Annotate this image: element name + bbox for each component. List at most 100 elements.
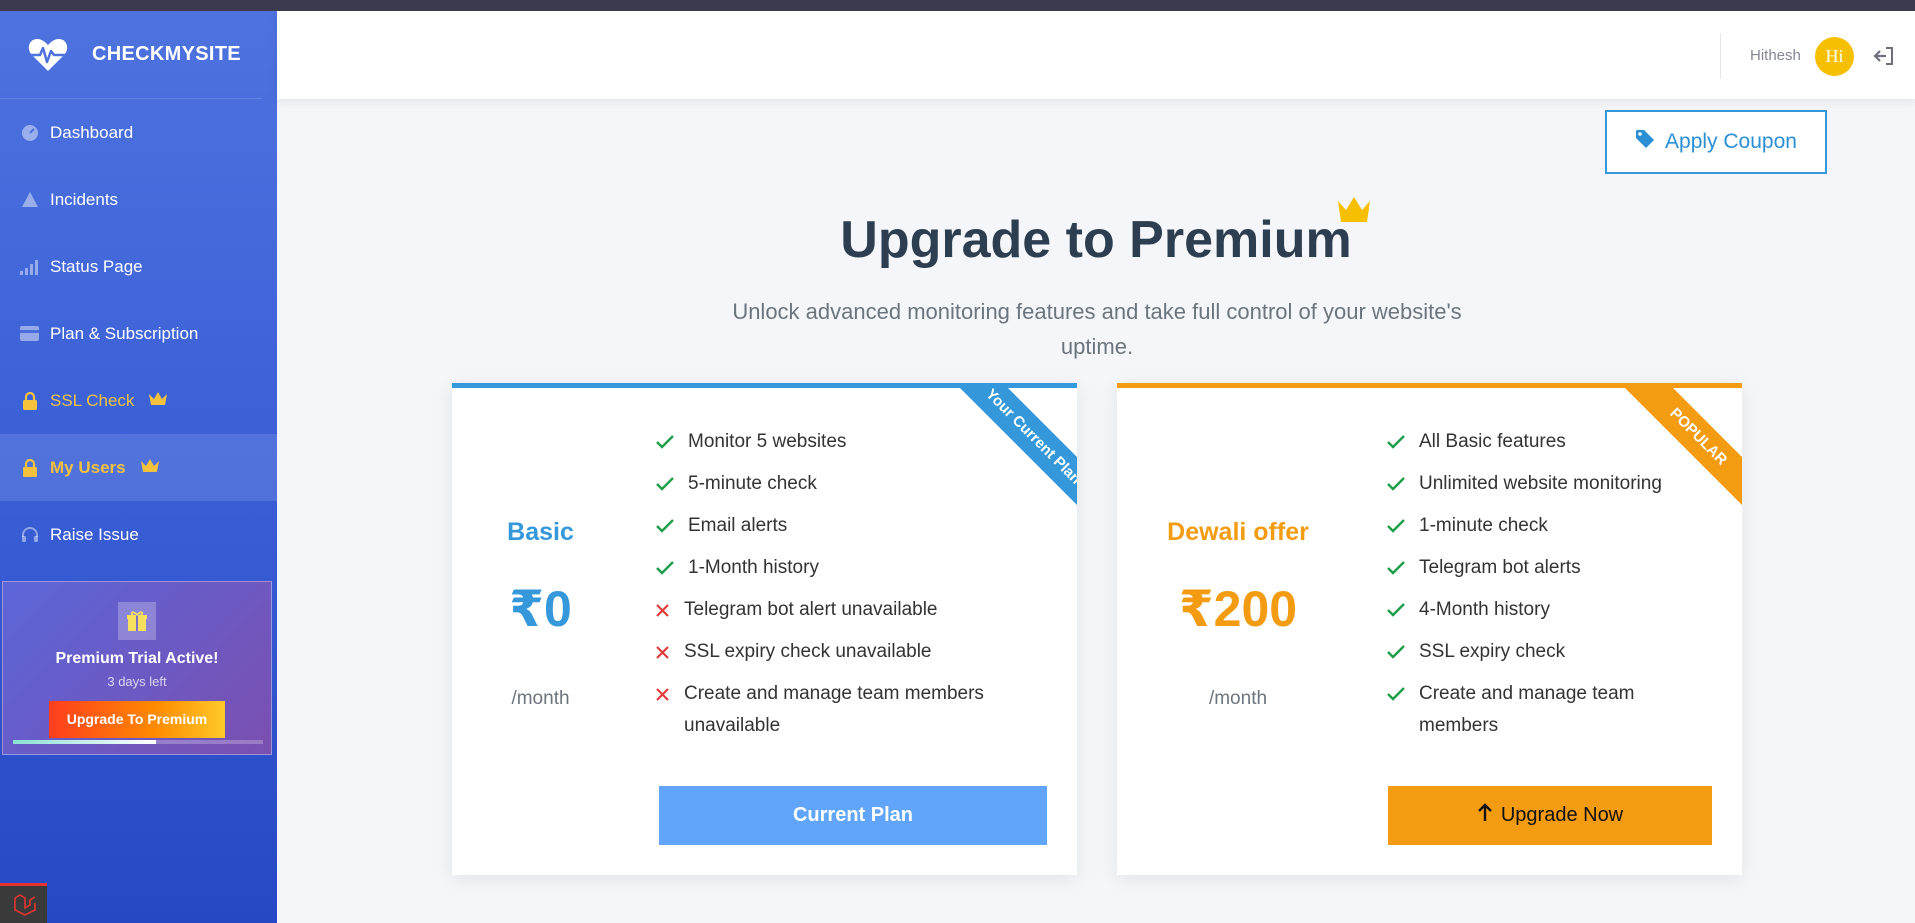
sidebar-item-my-users[interactable]: My Users: [0, 434, 277, 501]
feature-text: SSL expiry check unavailable: [684, 641, 932, 662]
x-icon: [656, 594, 684, 626]
user-name[interactable]: Hithesh: [1750, 47, 1801, 64]
check-icon: [1387, 510, 1419, 542]
feature-item: 5-minute check: [656, 468, 1056, 500]
check-icon: [656, 510, 688, 542]
feature-text: Telegram bot alert unavailable: [684, 599, 938, 620]
feature-item: Monitor 5 websites: [656, 426, 1056, 458]
feature-text: Email alerts: [688, 515, 788, 536]
crown-icon: [140, 457, 160, 478]
feature-item: All Basic features: [1387, 426, 1717, 458]
arrow-up-icon: [1477, 803, 1493, 828]
feature-item: Telegram bot alerts: [1387, 552, 1717, 584]
check-icon: [1387, 594, 1419, 626]
sidebar-item-incidents[interactable]: Incidents: [0, 166, 277, 233]
feature-item: Telegram bot alert unavailable: [656, 594, 1056, 626]
apply-coupon-button[interactable]: Apply Coupon: [1605, 110, 1827, 174]
feature-text: Telegram bot alerts: [1419, 557, 1581, 578]
trial-progress-fill: [13, 740, 156, 744]
brand-name: CHECKMYSITE: [92, 43, 241, 65]
check-icon: [656, 468, 688, 500]
feature-text: SSL expiry check: [1419, 641, 1566, 662]
tag-icon: [1635, 129, 1655, 155]
feature-text: Monitor 5 websites: [688, 431, 847, 452]
warning-icon: [20, 190, 39, 209]
gauge-icon: [20, 123, 39, 142]
plan-period: /month: [1208, 688, 1268, 709]
feature-text: 4-Month history: [1419, 599, 1550, 620]
feature-item: 1-Month history: [656, 552, 1056, 584]
upgrade-now-button[interactable]: Upgrade Now: [1388, 786, 1712, 845]
sidebar-item-label: Raise Issue: [50, 524, 139, 544]
feature-item: Create and manage team members unavailab…: [656, 678, 1056, 742]
check-icon: [1387, 636, 1419, 668]
feature-text: Unlimited website monitoring: [1419, 473, 1662, 494]
header-divider: [1720, 33, 1721, 79]
laravel-debug-icon[interactable]: [0, 883, 47, 923]
check-icon: [1387, 552, 1419, 584]
check-icon: [1387, 468, 1419, 500]
feature-text: Create and manage team members: [1419, 683, 1635, 736]
sidebar-item-label: Incidents: [50, 189, 119, 209]
feature-text: All Basic features: [1419, 431, 1566, 452]
gift-icon: [118, 602, 156, 640]
trial-days-left: 3 days left: [107, 674, 167, 689]
crown-icon: [1336, 194, 1372, 229]
feature-text: 5-minute check: [688, 473, 817, 494]
plan-period: /month: [511, 688, 570, 709]
plan-price: ₹200: [1178, 581, 1298, 637]
feature-text: Create and manage team members unavailab…: [684, 683, 984, 736]
plan-price: ₹0: [509, 581, 572, 637]
apply-coupon-label: Apply Coupon: [1665, 130, 1797, 153]
avatar[interactable]: Hi: [1815, 37, 1854, 76]
x-icon: [656, 636, 684, 668]
check-icon: [1387, 678, 1419, 710]
upgrade-now-label: Upgrade Now: [1500, 804, 1624, 826]
check-icon: [1387, 426, 1419, 458]
sidebar-nav: Dashboard Incidents Status Page Plan & S…: [0, 99, 277, 568]
page-subtitle: Unlock advanced monitoring features and …: [732, 299, 1462, 359]
sidebar-item-label: Dashboard: [50, 122, 134, 142]
feature-item: Unlimited website monitoring: [1387, 468, 1717, 500]
headset-icon: [20, 525, 39, 544]
feature-item: Email alerts: [656, 510, 1056, 542]
window-top-strip: [0, 0, 1915, 11]
premium-trial-card: Premium Trial Active! 3 days left Upgrad…: [2, 581, 272, 755]
sidebar-item-label: Status Page: [50, 256, 143, 276]
check-icon: [656, 426, 688, 458]
feature-item: 1-minute check: [1387, 510, 1717, 542]
feature-list: All Basic features Unlimited website mon…: [1387, 426, 1717, 752]
sidebar-item-label: My Users: [50, 457, 126, 477]
plan-name: Basic: [507, 518, 574, 546]
feature-text: 1-Month history: [688, 557, 819, 578]
crown-icon: [148, 390, 168, 411]
current-plan-button[interactable]: Current Plan: [659, 786, 1047, 845]
sidebar: CHECKMYSITE Dashboard Incidents Status P…: [0, 11, 277, 923]
plan-card-basic: Your Current Plan Basic ₹0 /month Monito…: [452, 383, 1077, 875]
sidebar-item-label: SSL Check: [50, 390, 135, 410]
sidebar-item-dashboard[interactable]: Dashboard: [0, 99, 277, 166]
brand[interactable]: CHECKMYSITE: [0, 11, 261, 99]
sidebar-item-raise-issue[interactable]: Raise Issue: [0, 501, 277, 568]
plan-card-premium: POPULAR Dewali offer ₹200 /month All Bas…: [1117, 383, 1742, 875]
feature-item: 4-Month history: [1387, 594, 1717, 626]
sidebar-item-ssl-check[interactable]: SSL Check: [0, 367, 277, 434]
x-icon: [656, 678, 684, 710]
check-icon: [656, 552, 688, 584]
logout-icon[interactable]: [1873, 45, 1895, 67]
lock-icon: [20, 458, 39, 477]
sidebar-item-status-page[interactable]: Status Page: [0, 233, 277, 300]
feature-list: Monitor 5 websites 5-minute check Email …: [656, 426, 1056, 752]
feature-item: SSL expiry check: [1387, 636, 1717, 668]
top-header: Hithesh Hi: [277, 11, 1915, 99]
sidebar-item-label: Plan & Subscription: [50, 323, 199, 343]
sidebar-item-plan-subscription[interactable]: Plan & Subscription: [0, 300, 277, 367]
page-title: Upgrade to Premium: [840, 211, 1352, 269]
feature-item: SSL expiry check unavailable: [656, 636, 1056, 668]
plan-name: Dewali offer: [1167, 518, 1309, 546]
lock-icon: [20, 391, 39, 410]
credit-card-icon: [20, 324, 39, 343]
feature-text: 1-minute check: [1419, 515, 1548, 536]
signal-bars-icon: [20, 257, 39, 276]
upgrade-to-premium-button[interactable]: Upgrade To Premium: [49, 701, 225, 738]
